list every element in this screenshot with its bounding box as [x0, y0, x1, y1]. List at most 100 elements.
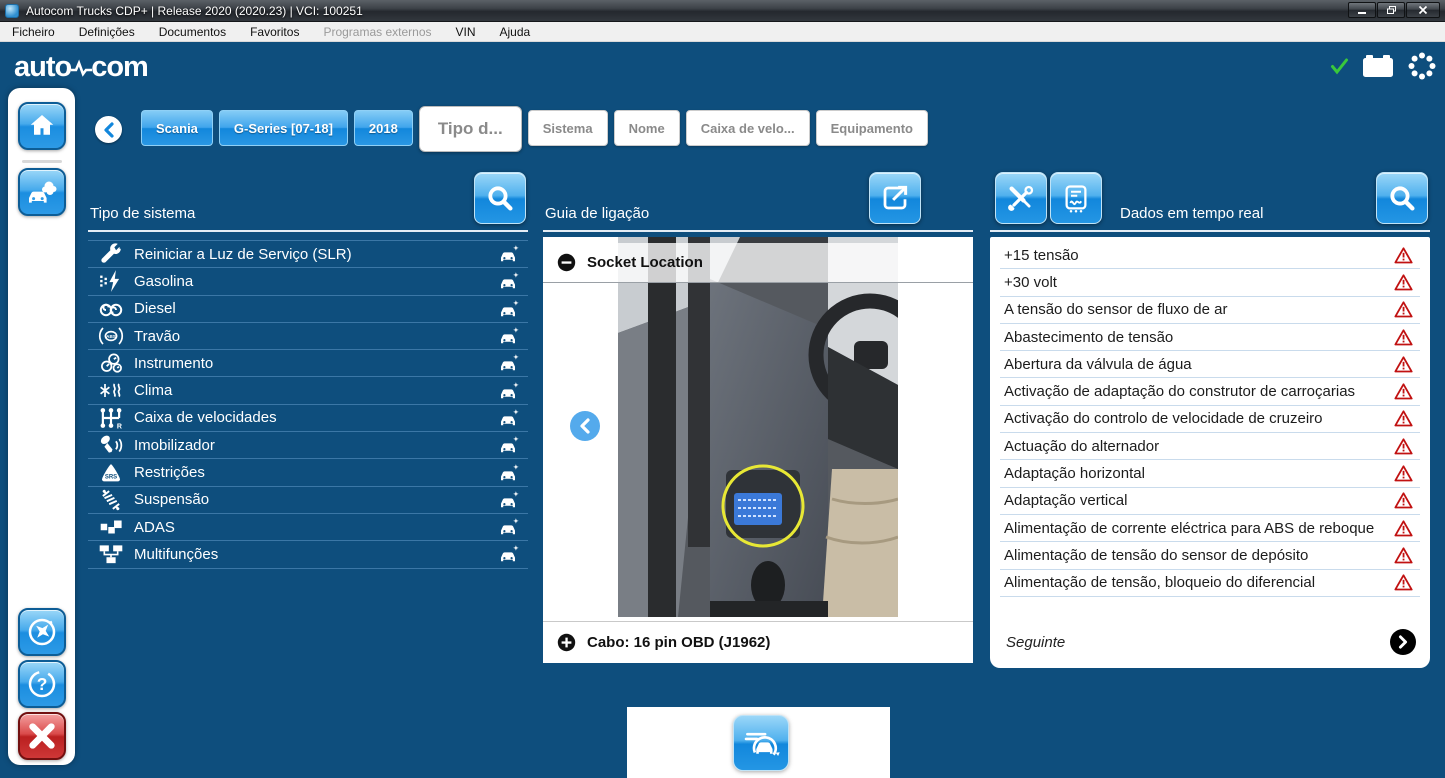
app-header: auto com: [0, 42, 1445, 90]
connection-guide-panel: Socket Location Cabo: 16 pin OBD (J1962): [543, 237, 973, 663]
system-row-imobilizador[interactable]: Imobilizador: [88, 432, 528, 459]
breadcrumb-2018[interactable]: 2018: [354, 110, 413, 146]
adjustments-button[interactable]: [995, 172, 1047, 224]
minimize-button[interactable]: [1348, 2, 1376, 18]
system-type-title: Tipo de sistema: [90, 205, 195, 222]
system-row-restricoes[interactable]: SRSRestrições: [88, 459, 528, 486]
gearbox-icon: R: [88, 405, 134, 431]
realtime-panel: +15 tensão +30 voltA tensão do sensor de …: [990, 237, 1430, 668]
breadcrumb-sistema[interactable]: Sistema: [528, 110, 608, 146]
home-button[interactable]: [18, 102, 66, 150]
flight-mode-button[interactable]: [18, 608, 66, 656]
app-icon: [5, 4, 19, 18]
collapse-icon[interactable]: [557, 253, 576, 272]
previous-image-button[interactable]: [570, 411, 600, 441]
system-row-travao[interactable]: ABSTravão: [88, 323, 528, 350]
car-plus-icon: [490, 297, 528, 321]
realtime-row-activacao-do-controlo-de-velocidade-de-cruzeiro[interactable]: Activação do controlo de velocidade de c…: [1000, 406, 1420, 433]
system-row-label: Imobilizador: [134, 437, 490, 454]
realtime-row-adaptacao-horizontal[interactable]: Adaptação horizontal: [1000, 460, 1420, 487]
system-row-caixa-de-velocidades[interactable]: RCaixa de velocidades: [88, 405, 528, 432]
realtime-row-alimentacao-de-tensao-do-sensor-de-deposito[interactable]: Alimentação de tensão do sensor de depós…: [1000, 542, 1420, 569]
socket-location-bar[interactable]: Socket Location: [543, 243, 973, 283]
realtime-row-activacao-de-adaptacao-do-construtor-de-carrocarias[interactable]: Activação de adaptação do construtor de …: [1000, 378, 1420, 405]
next-page-row[interactable]: Seguinte: [1006, 628, 1416, 656]
car-plus-icon: [490, 351, 528, 375]
realtime-row-15-tensao[interactable]: +15 tensão: [1000, 242, 1420, 269]
realtime-row-label: Activação de adaptação do construtor de …: [1004, 383, 1390, 400]
menu-item-ficheiro[interactable]: Ficheiro: [12, 25, 55, 39]
realtime-row-alimentacao-de-tensao-bloqueio-do-diferencial[interactable]: Alimentação de tensão, bloqueio do difer…: [1000, 570, 1420, 597]
connection-guide-title: Guia de ligação: [545, 205, 649, 222]
system-row-suspensao[interactable]: Suspensão: [88, 487, 528, 514]
breadcrumb-tipo-d[interactable]: Tipo d...: [419, 106, 522, 152]
system-row-label: Gasolina: [134, 273, 490, 290]
vehicle-select-button[interactable]: [18, 168, 66, 216]
breadcrumb-caixa-de-velo[interactable]: Caixa de velo...: [686, 110, 810, 146]
system-search-button[interactable]: [474, 172, 526, 224]
realtime-row-actuacao-do-alternador[interactable]: Actuação do alternador: [1000, 433, 1420, 460]
realtime-row-label: Activação do controlo de velocidade de c…: [1004, 410, 1390, 427]
exit-button[interactable]: [18, 712, 66, 760]
warning-icon: [1390, 437, 1416, 456]
menu-item-programas-externos[interactable]: Programas externos: [323, 25, 431, 39]
car-plus-icon: [490, 242, 528, 266]
close-button[interactable]: [1406, 2, 1440, 18]
expand-icon[interactable]: [557, 633, 576, 652]
restore-button[interactable]: [1377, 2, 1405, 18]
realtime-row-adaptacao-vertical[interactable]: Adaptação vertical: [1000, 488, 1420, 515]
car-connect-icon: [742, 724, 780, 762]
car-plus-icon: [490, 379, 528, 403]
realtime-search-button[interactable]: [1376, 172, 1428, 224]
menu-item-documentos[interactable]: Documentos: [159, 25, 226, 39]
car-plus-icon: [490, 461, 528, 485]
cable-bar[interactable]: Cabo: 16 pin OBD (J1962): [543, 621, 973, 663]
battery-icon[interactable]: [1361, 52, 1395, 80]
svg-text:SRS: SRS: [105, 474, 117, 480]
realtime-row-abertura-da-valvula-de-agua[interactable]: Abertura da válvula de água: [1000, 351, 1420, 378]
menu-item-favoritos[interactable]: Favoritos: [250, 25, 299, 39]
system-row-reiniciar-a-luz-de-servico-slr[interactable]: Reiniciar a Luz de Serviço (SLR): [88, 241, 528, 268]
abs-icon: ABS: [88, 324, 134, 348]
car-plus-icon: [490, 542, 528, 566]
realtime-row-label: Actuação do alternador: [1004, 438, 1390, 455]
next-page-button[interactable]: [1390, 629, 1416, 655]
system-row-label: Multifunções: [134, 546, 490, 563]
system-row-label: Instrumento: [134, 355, 490, 372]
system-row-adas[interactable]: ADAS: [88, 514, 528, 541]
system-row-diesel[interactable]: Diesel: [88, 296, 528, 323]
close-x-icon: [26, 720, 58, 752]
realtime-row-alimentacao-de-corrente-electrica-para-abs-de-reboque[interactable]: Alimentação de corrente eléctrica para A…: [1000, 515, 1420, 542]
connection-check-icon: [1330, 57, 1349, 75]
breadcrumb-nome[interactable]: Nome: [614, 110, 680, 146]
realtime-row-30-volt[interactable]: +30 volt: [1000, 269, 1420, 296]
system-row-clima[interactable]: Clima: [88, 377, 528, 404]
bottom-toolbar: [627, 707, 890, 778]
breadcrumb-g-series-07-18[interactable]: G-Series [07-18]: [219, 110, 348, 146]
realtime-row-label: +15 tensão: [1004, 247, 1390, 264]
realtime-row-abastecimento-de-tensao[interactable]: Abastecimento de tensão: [1000, 324, 1420, 351]
system-row-label: Suspensão: [134, 491, 490, 508]
system-row-instrumento[interactable]: Instrumento: [88, 350, 528, 377]
breadcrumb-scania[interactable]: Scania: [141, 110, 213, 146]
live-data-report-button[interactable]: [1050, 172, 1102, 224]
system-type-panel-header: Tipo de sistema: [88, 170, 528, 232]
system-row-multifuncoes[interactable]: Multifunções: [88, 541, 528, 568]
menu-item-vin[interactable]: VIN: [456, 25, 476, 39]
car-plus-icon: [490, 269, 528, 293]
vehicle-connect-button[interactable]: [733, 715, 789, 771]
car-plus-icon: [490, 488, 528, 512]
help-button[interactable]: ?: [18, 660, 66, 708]
menu-item-ajuda[interactable]: Ajuda: [500, 25, 531, 39]
breadcrumb-equipamento[interactable]: Equipamento: [816, 110, 928, 146]
car-plus-icon: [490, 433, 528, 457]
menu-item-definicoes[interactable]: Definições: [79, 25, 135, 39]
search-icon: [485, 183, 515, 213]
open-external-button[interactable]: [869, 172, 921, 224]
realtime-row-a-tensao-do-sensor-de-fluxo-de-ar[interactable]: A tensão do sensor de fluxo de ar: [1000, 297, 1420, 324]
back-button[interactable]: [95, 116, 122, 143]
socket-location-label: Socket Location: [587, 254, 703, 271]
window-title: Autocom Trucks CDP+ | Release 2020 (2020…: [26, 4, 363, 18]
system-row-gasolina[interactable]: Gasolina: [88, 268, 528, 295]
connection-guide-panel-header: Guia de ligação: [543, 170, 973, 232]
